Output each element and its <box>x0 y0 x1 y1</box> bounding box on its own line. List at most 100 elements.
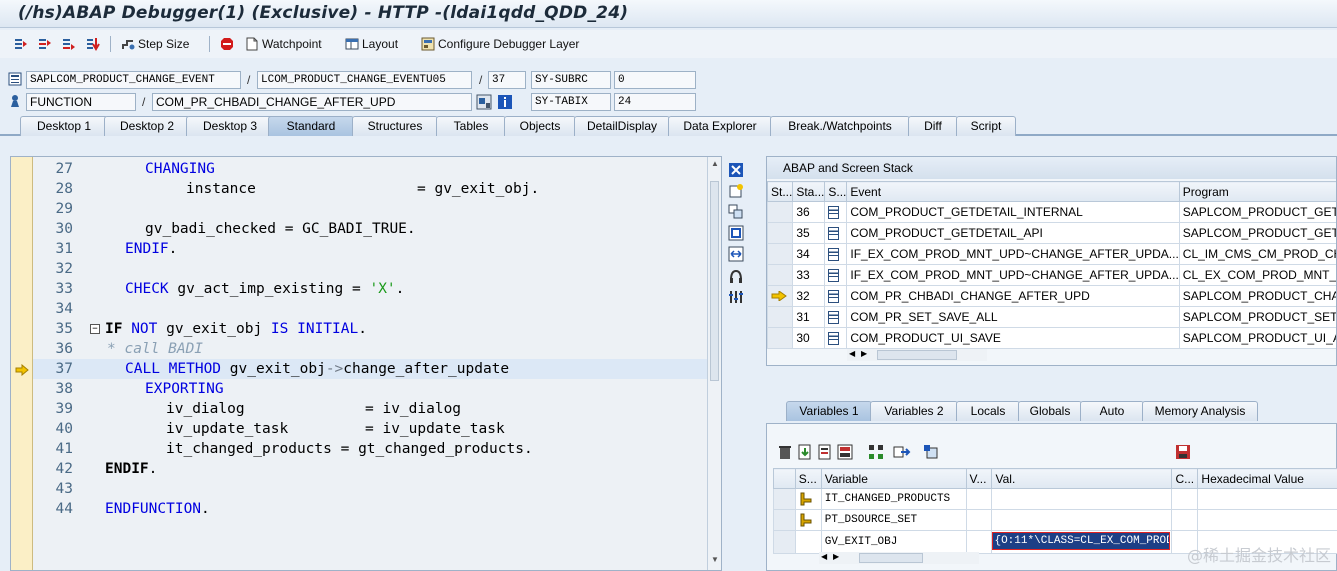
code-vertical-scrollbar[interactable]: ▲ ▼ <box>707 157 721 570</box>
col-header-hex[interactable]: Hexadecimal Value <box>1197 468 1337 489</box>
col-header-value[interactable]: Val. <box>991 468 1173 489</box>
tab-breakpoints[interactable]: Break./Watchpoints <box>770 116 910 136</box>
source-code-panel[interactable]: 27 CHANGING 28 instance = gv_exit_obj. 29 3… <box>10 156 722 571</box>
replace-tool-icon[interactable] <box>728 204 744 220</box>
tab-memory-analysis[interactable]: Memory Analysis <box>1142 401 1258 421</box>
scroll-thumb[interactable] <box>877 350 957 360</box>
info-icon[interactable] <box>497 94 513 110</box>
scroll-left-icon[interactable]: ◀ <box>849 349 855 358</box>
col-header-s[interactable]: S... <box>794 468 822 489</box>
configure-layer-button[interactable]: Configure Debugger Layer <box>421 35 579 53</box>
variable-value[interactable] <box>991 488 1173 510</box>
tab-detaildisplay[interactable]: DetailDisplay <box>574 116 670 136</box>
scroll-right-icon[interactable]: ▶ <box>833 552 839 561</box>
scroll-up-icon[interactable]: ▲ <box>711 159 719 168</box>
stack-row[interactable]: 34 IF_EX_COM_PROD_MNT_UPD~CHANGE_AFTER_UP… <box>767 243 1336 265</box>
services-icon[interactable] <box>728 268 744 284</box>
new-tool-icon[interactable] <box>728 183 744 199</box>
tab-data-explorer[interactable]: Data Explorer <box>668 116 772 136</box>
swap-icon[interactable] <box>728 246 744 262</box>
col-header-program[interactable]: Program <box>1178 181 1336 202</box>
variable-value-selected[interactable]: {O:11*\CLASS=CL_EX_COM_PROD_MNT_UPD} <box>992 532 1171 550</box>
col-header-c[interactable]: C... <box>1171 468 1199 489</box>
stack-row-current[interactable]: 32 COM_PR_CHBADI_CHANGE_AFTER_UPD SAPLCOM_… <box>767 285 1336 307</box>
stack-row[interactable]: 30 COM_PRODUCT_UI_SAVE SAPLCOM_PRODUCT_UI_… <box>767 327 1336 349</box>
stack-row[interactable]: 35 COM_PRODUCT_GETDETAIL_API SAPLCOM_PRODU… <box>767 222 1336 244</box>
collapse-icon[interactable]: − <box>90 324 100 334</box>
scroll-thumb[interactable] <box>710 181 719 381</box>
stack-row[interactable]: 33 IF_EX_COM_PROD_MNT_UPD~CHANGE_AFTER_UP… <box>767 264 1336 286</box>
step-over-button[interactable] <box>38 35 55 53</box>
maximize-icon[interactable] <box>728 225 744 241</box>
stop-button[interactable] <box>220 35 237 53</box>
save-icon[interactable] <box>1175 444 1191 460</box>
variable-value-cell[interactable]: {O:11*\CLASS=CL_EX_COM_PROD_MNT_UPD} <box>991 530 1173 554</box>
tab-desktop-3[interactable]: Desktop 3 <box>186 116 274 136</box>
variable-name[interactable]: PT_DSOURCE_SET <box>820 509 967 531</box>
code-token: gv_badi_checked <box>145 221 276 237</box>
include-field[interactable]: LCOM_PRODUCT_CHANGE_EVENTU05 <box>257 71 472 89</box>
col-header-s[interactable]: S... <box>824 181 848 202</box>
step-size-button[interactable]: Step Size <box>121 35 189 53</box>
stack-header-row: St... Sta... S... Event Program <box>767 181 1336 202</box>
tab-diff[interactable]: Diff <box>908 116 958 136</box>
close-tool-icon[interactable] <box>728 162 744 178</box>
display-source-icon[interactable] <box>476 94 492 110</box>
tab-objects[interactable]: Objects <box>504 116 576 136</box>
export-icon[interactable] <box>817 444 833 460</box>
line-field[interactable]: 37 <box>488 71 526 89</box>
scroll-left-icon[interactable]: ◀ <box>821 552 827 561</box>
variables-horizontal-scrollbar[interactable]: ◀ ▶ <box>819 552 979 564</box>
navigate-icon[interactable] <box>893 444 911 460</box>
tag-icon[interactable] <box>923 444 939 460</box>
variable-row[interactable]: IT_CHANGED_PRODUCTS <box>773 488 1337 510</box>
continue-button[interactable] <box>86 35 103 53</box>
stack-event[interactable]: IF_EX_COM_PROD_MNT_UPD~CHANGE_AFTER_UPDA… <box>846 243 1180 265</box>
variable-name[interactable]: GV_EXIT_OBJ <box>820 530 967 554</box>
col-header-variable[interactable]: Variable <box>820 468 967 489</box>
tab-tables[interactable]: Tables <box>436 116 506 136</box>
program-field[interactable]: SAPLCOM_PRODUCT_CHANGE_EVENT <box>26 71 241 89</box>
code-token: ENDFUNCTION <box>105 501 202 517</box>
hierarchy-icon[interactable] <box>867 444 885 460</box>
stack-row[interactable]: 31 COM_PR_SET_SAVE_ALL SAPLCOM_PRODUCT_SET <box>767 306 1336 328</box>
step-return-button[interactable] <box>62 35 79 53</box>
tab-standard[interactable]: Standard <box>268 116 354 136</box>
settings-icon[interactable] <box>728 289 744 305</box>
scroll-down-icon[interactable]: ▼ <box>711 555 719 564</box>
scroll-thumb[interactable] <box>859 553 923 563</box>
breakpoint-gutter[interactable] <box>11 157 33 570</box>
col-header-v[interactable]: V... <box>965 468 993 489</box>
step-into-button[interactable] <box>14 35 31 53</box>
tab-desktop-2[interactable]: Desktop 2 <box>104 116 190 136</box>
stack-event[interactable]: COM_PRODUCT_UI_SAVE <box>846 327 1180 349</box>
watchpoint-button[interactable]: Watchpoint <box>245 35 322 53</box>
layout-button[interactable]: Layout <box>345 35 398 53</box>
variable-value[interactable] <box>991 509 1173 531</box>
tab-globals[interactable]: Globals <box>1018 401 1082 421</box>
stack-event[interactable]: COM_PR_CHBADI_CHANGE_AFTER_UPD <box>846 285 1180 307</box>
tab-structures[interactable]: Structures <box>352 116 438 136</box>
tab-locals[interactable]: Locals <box>956 401 1020 421</box>
scroll-right-icon[interactable]: ▶ <box>861 349 867 358</box>
import-icon[interactable] <box>797 444 813 460</box>
col-header-stack-level[interactable]: Sta... <box>792 181 826 202</box>
function-name-field[interactable]: COM_PR_CHBADI_CHANGE_AFTER_UPD <box>152 93 472 111</box>
col-header-status[interactable]: St... <box>767 181 794 202</box>
variable-settings-icon[interactable] <box>837 444 853 460</box>
tab-auto[interactable]: Auto <box>1080 401 1144 421</box>
stack-event[interactable]: COM_PR_SET_SAVE_ALL <box>846 306 1180 328</box>
stack-row[interactable]: 36 COM_PRODUCT_GETDETAIL_INTERNAL SAPLCOM_… <box>767 201 1336 223</box>
stack-horizontal-scrollbar[interactable]: ◀ ▶ <box>847 349 987 361</box>
tab-variables-1[interactable]: Variables 1 <box>786 401 872 421</box>
tab-variables-2[interactable]: Variables 2 <box>870 401 958 421</box>
stack-event[interactable]: IF_EX_COM_PROD_MNT_UPD~CHANGE_AFTER_UPDA… <box>846 264 1180 286</box>
variable-name[interactable]: IT_CHANGED_PRODUCTS <box>820 488 967 510</box>
delete-icon[interactable] <box>777 444 793 460</box>
tab-desktop-1[interactable]: Desktop 1 <box>20 116 108 136</box>
stack-event[interactable]: COM_PRODUCT_GETDETAIL_INTERNAL <box>846 201 1180 223</box>
col-header-event[interactable]: Event <box>846 181 1180 202</box>
stack-event[interactable]: COM_PRODUCT_GETDETAIL_API <box>846 222 1180 244</box>
tab-script[interactable]: Script <box>956 116 1016 136</box>
variable-row[interactable]: PT_DSOURCE_SET <box>773 509 1337 531</box>
